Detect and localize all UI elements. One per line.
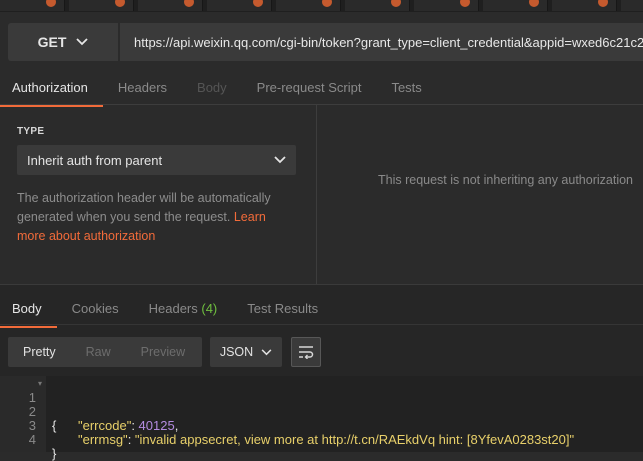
request-section-tabs: Authorization Headers Body Pre-request S… [0,76,437,107]
auth-type-label: TYPE [17,126,45,137]
wrap-lines-button[interactable] [291,337,321,367]
request-tabs-strip [0,0,643,12]
wrap-lines-icon [299,346,314,359]
request-tab[interactable] [345,0,410,11]
url-input[interactable]: https://api.weixin.qq.com/cgi-bin/token?… [120,23,643,61]
chevron-down-icon [274,156,286,164]
json-separator: : [127,432,135,447]
format-pretty-button[interactable]: Pretty [8,345,71,359]
unsaved-dot-icon [46,0,56,7]
unsaved-dot-icon [184,0,194,7]
headers-count: (4) [201,300,218,316]
chevron-down-icon [76,38,89,46]
unsaved-dot-icon [391,0,401,7]
tab-headers[interactable]: Headers [103,80,182,95]
response-tabs: Body Cookies Headers (4) Test Results [0,298,333,328]
code-text: "errcode": 40125, [78,419,178,433]
chevron-down-icon [261,348,272,355]
tab-body[interactable]: Body [182,80,242,95]
tab-response-body[interactable]: Body [0,301,57,328]
request-tab[interactable] [207,0,272,11]
request-tab[interactable] [69,0,134,11]
tab-pre-request-script[interactable]: Pre-request Script [242,80,377,95]
code-line: 4 } [0,419,57,461]
method-select[interactable]: GET [8,23,118,61]
request-tab[interactable] [552,0,617,11]
divider [0,104,643,105]
request-tab[interactable] [138,0,203,11]
request-tab[interactable] [0,0,65,11]
tab-test-results[interactable]: Test Results [232,301,333,316]
language-select[interactable]: JSON [210,337,282,367]
unsaved-dot-icon [115,0,125,7]
json-string: "invalid appsecret, view more at http://… [134,432,575,447]
line-number: 4 [28,432,36,447]
request-tab[interactable] [483,0,548,11]
vertical-divider [316,104,317,284]
unsaved-dot-icon [598,0,608,7]
code-text: "errmsg": "invalid appsecret, view more … [78,433,574,447]
code-line: 3 "errmsg": "invalid appsecret, view mor… [0,405,574,447]
auth-type-select[interactable]: Inherit auth from parent [17,145,296,175]
request-tab[interactable] [621,0,643,11]
language-value: JSON [219,345,254,359]
unsaved-dot-icon [322,0,332,7]
format-mode-group: Pretty Raw Preview [8,337,202,367]
json-number: 40125 [138,418,175,433]
code-line: 1 ▾ { [0,377,57,433]
tab-tests[interactable]: Tests [376,80,436,95]
divider [0,324,643,325]
request-tab[interactable] [276,0,341,11]
headers-label: Headers [148,300,198,316]
json-separator: : [131,418,139,433]
inherit-message: This request is not inheriting any autho… [378,173,634,187]
request-tab[interactable] [414,0,479,11]
tab-authorization[interactable]: Authorization [0,80,103,107]
format-raw-button[interactable]: Raw [71,345,126,359]
json-key: "errcode" [78,418,132,433]
code-line: 2 "errcode": 40125, [0,391,179,433]
code-text: } [52,446,57,461]
auth-type-value: Inherit auth from parent [27,152,163,168]
divider [0,284,643,285]
json-key: "errmsg" [78,432,128,447]
format-preview-button[interactable]: Preview [126,345,200,359]
unsaved-dot-icon [460,0,470,7]
auth-description-text: The authorization header will be automat… [17,191,271,224]
json-comma: , [174,418,179,433]
method-label: GET [37,34,67,50]
fold-arrow-icon[interactable]: ▾ [38,377,42,391]
url-text: https://api.weixin.qq.com/cgi-bin/token?… [134,34,643,50]
tab-cookies[interactable]: Cookies [57,301,134,316]
tab-response-headers[interactable]: Headers (4) [134,301,233,316]
unsaved-dot-icon [529,0,539,7]
unsaved-dot-icon [253,0,263,7]
code-text: { [52,418,57,433]
auth-description: The authorization header will be automat… [17,189,297,246]
